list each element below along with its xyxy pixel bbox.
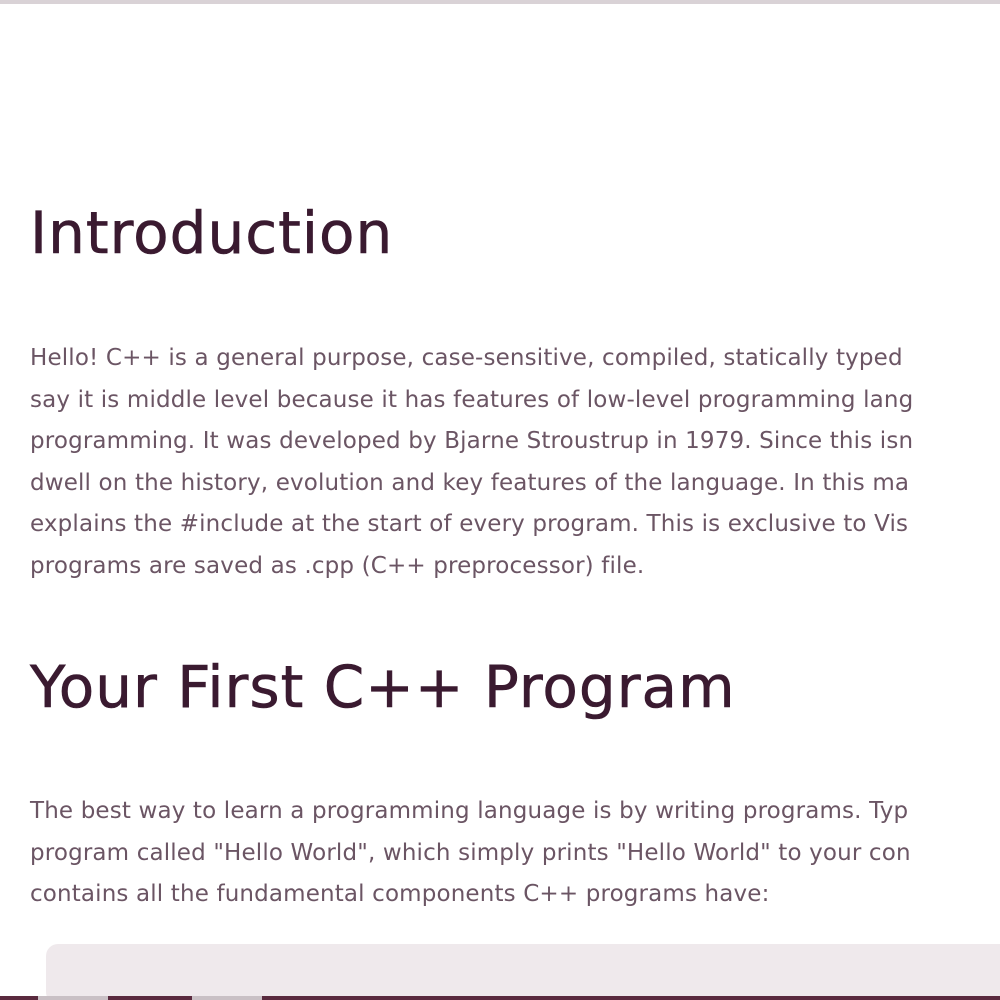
introduction-heading: Introduction (30, 199, 394, 267)
paragraph-line: programs are saved as .cpp (C++ preproce… (30, 552, 645, 579)
paragraph-line: program called "Hello World", which simp… (30, 839, 911, 866)
paragraph-line: contains all the fundamental components … (30, 881, 770, 908)
paragraph-line: dwell on the history, evolution and key … (30, 469, 910, 496)
paragraph-line: say it is middle level because it has fe… (30, 386, 914, 413)
first-program-paragraph: The best way to learn a programming lang… (30, 791, 911, 916)
first-program-heading: Your First C++ Program (30, 653, 736, 721)
code-block[interactable] (46, 944, 1000, 1000)
paragraph-line: explains the #include at the start of ev… (30, 511, 909, 538)
paragraph-line: Hello! C++ is a general purpose, case-se… (30, 345, 903, 371)
top-border (0, 0, 1000, 4)
paragraph-line: The best way to learn a programming lang… (30, 798, 909, 824)
introduction-paragraph: Hello! C++ is a general purpose, case-se… (30, 338, 913, 588)
bottom-tab[interactable] (192, 996, 262, 1000)
bottom-toolbar (0, 996, 1000, 1000)
paragraph-line: programming. It was developed by Bjarne … (30, 428, 914, 455)
bottom-tab[interactable] (38, 996, 108, 1000)
